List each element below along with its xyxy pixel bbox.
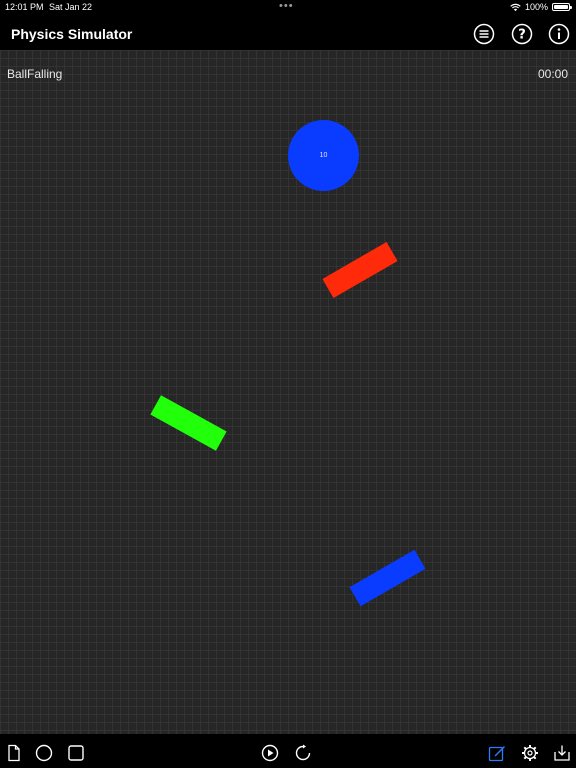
export-icon[interactable] [553, 744, 571, 762]
simulation-canvas[interactable]: BallFalling 00:00 10 [0, 50, 576, 734]
app-title: Physics Simulator [11, 26, 133, 42]
status-time: 12:01 PM [5, 2, 44, 12]
navigation-bar: Physics Simulator ? [0, 16, 576, 50]
plank-green[interactable] [150, 395, 227, 451]
plank-blue[interactable] [349, 549, 426, 607]
circle-tool-icon[interactable] [35, 744, 53, 762]
info-icon[interactable] [548, 23, 570, 45]
play-icon[interactable] [261, 744, 279, 762]
wifi-icon [510, 3, 521, 11]
plank-red[interactable] [322, 241, 398, 299]
bottom-toolbar [0, 734, 576, 768]
square-tool-icon[interactable] [67, 744, 85, 762]
battery-icon [552, 3, 572, 11]
status-bar: 12:01 PM Sat Jan 22 ••• 100% [0, 0, 576, 16]
settings-icon[interactable] [521, 744, 539, 762]
new-document-icon[interactable] [5, 744, 23, 762]
simulation-timer: 00:00 [537, 67, 568, 81]
svg-text:?: ? [518, 28, 526, 43]
ball-label: 10 [319, 152, 328, 159]
help-icon[interactable]: ? [511, 23, 533, 45]
status-date: Sat Jan 22 [49, 2, 93, 12]
battery-level [554, 5, 568, 9]
reset-icon[interactable] [294, 744, 312, 762]
scene-name: BallFalling [7, 67, 63, 81]
list-icon[interactable] [473, 23, 495, 45]
status-indicators: 100% [510, 2, 572, 12]
multitasking-dots-icon[interactable]: ••• [279, 0, 294, 12]
battery-percent: 100% [524, 2, 548, 12]
edit-icon[interactable] [488, 744, 506, 762]
ball[interactable]: 10 [288, 120, 359, 191]
